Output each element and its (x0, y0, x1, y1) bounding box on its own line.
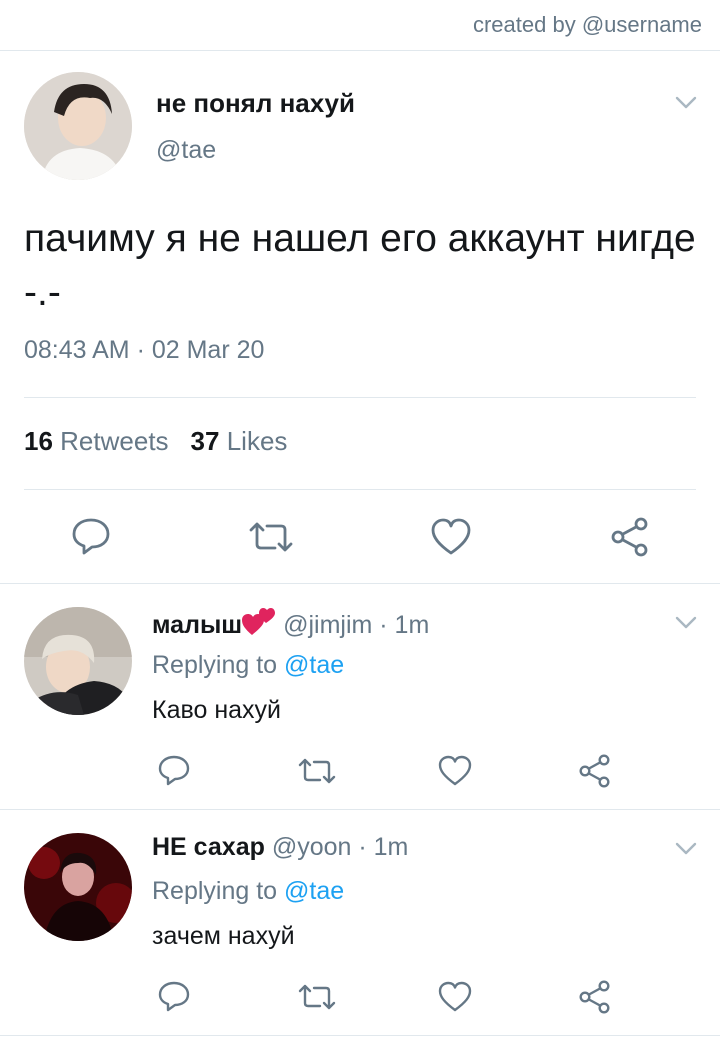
share-icon[interactable] (577, 979, 613, 1015)
replying-to: Replying to @tae (152, 651, 344, 680)
avatar-image-icon (24, 607, 132, 715)
reply-icon[interactable] (70, 516, 112, 556)
tweet-stats: 16 Retweets 37 Likes (24, 426, 287, 457)
reply-text: Каво нахуй (152, 696, 281, 724)
like-icon[interactable] (438, 755, 472, 786)
reply-handle-time[interactable]: @jimjim · 1m (283, 611, 429, 639)
share-icon[interactable] (609, 516, 651, 558)
divider (0, 809, 720, 810)
credit-label: created by @username (472, 12, 702, 37)
retweet-icon[interactable] (247, 520, 295, 554)
reply-header: малыш @jimjim · 1m (152, 607, 429, 640)
chevron-down-icon[interactable] (675, 842, 697, 856)
retweets-count: 16 (24, 426, 53, 456)
chevron-down-icon[interactable] (675, 616, 697, 630)
retweet-icon[interactable] (297, 983, 337, 1011)
like-icon[interactable] (430, 518, 472, 556)
reply-text: зачем нахуй (152, 922, 295, 950)
divider (0, 583, 720, 584)
reply-avatar[interactable] (24, 833, 132, 941)
mention-link[interactable]: @tae (284, 651, 344, 679)
reply-display-name[interactable]: малыш (152, 611, 242, 639)
like-stat[interactable]: 37 Likes (191, 426, 288, 456)
retweet-stat[interactable]: 16 Retweets (24, 426, 169, 456)
like-icon[interactable] (438, 981, 472, 1012)
replying-prefix: Replying to (152, 877, 278, 905)
user-handle[interactable]: @tae (156, 136, 216, 165)
chevron-down-icon[interactable] (675, 96, 697, 110)
reply-display-name[interactable]: НЕ сахар (152, 833, 265, 861)
reply-icon[interactable] (157, 754, 191, 786)
tweet-text: пачиму я не нашел его аккаунт нигде -.- (24, 217, 696, 314)
divider (24, 489, 696, 490)
retweet-icon[interactable] (297, 757, 337, 785)
reply-avatar[interactable] (24, 607, 132, 715)
share-icon[interactable] (577, 753, 613, 789)
avatar-image-icon (24, 72, 132, 180)
reply-header: НЕ сахар @yoon · 1m (152, 833, 408, 862)
tweet-timestamp[interactable]: 08:43 AM · 02 Mar 20 (24, 336, 264, 365)
replying-to: Replying to @tae (152, 877, 344, 906)
two-hearts-emoji-icon (242, 608, 276, 635)
retweets-label: Retweets (60, 426, 169, 456)
display-name[interactable]: не понял нахуй (156, 88, 355, 119)
likes-count: 37 (190, 426, 220, 456)
mention-link[interactable]: @tae (284, 877, 344, 905)
divider (0, 1035, 720, 1036)
avatar-image-icon (24, 833, 132, 941)
divider (24, 397, 696, 398)
reply-icon[interactable] (157, 980, 191, 1012)
reply-handle-time[interactable]: @yoon · 1m (272, 833, 409, 861)
likes-label: Likes (226, 426, 288, 456)
header-divider (0, 50, 720, 51)
main-avatar[interactable] (24, 72, 132, 180)
replying-prefix: Replying to (152, 651, 278, 679)
